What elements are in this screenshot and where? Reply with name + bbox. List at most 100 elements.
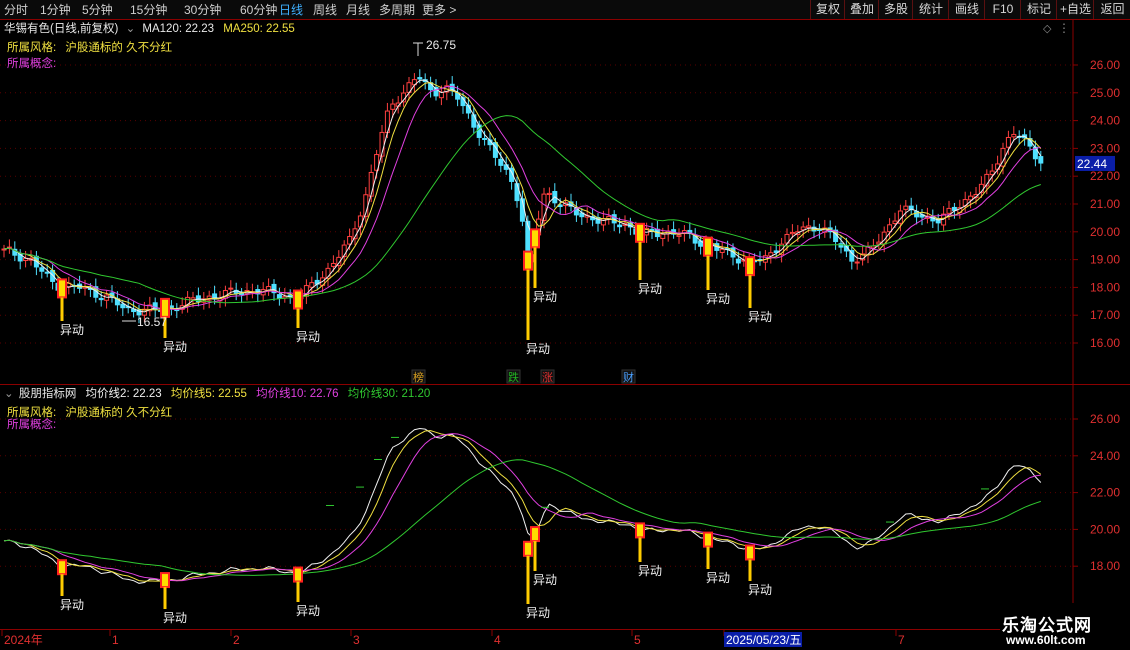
candle-body	[482, 138, 488, 141]
ma120-label: MA120: 22.23	[142, 23, 215, 35]
candle-body	[600, 218, 606, 226]
diamond-icon[interactable]: ◇	[1043, 23, 1051, 36]
style-value: 沪股通标的 久不分红	[65, 407, 173, 419]
toolbar-button[interactable]: 叠加	[844, 0, 879, 19]
time-label: 5	[634, 633, 641, 647]
candle-body	[838, 243, 844, 248]
period-tab[interactable]: 日线	[279, 2, 303, 18]
signal-label: 异动	[638, 564, 662, 578]
event-tag: 跌	[508, 370, 519, 384]
y-tick-label: 19.00	[1090, 253, 1120, 267]
toolbar-button[interactable]: 画线	[948, 0, 985, 19]
y-tick-label: 22.00	[1090, 486, 1120, 500]
signal-marker	[57, 278, 67, 299]
low-price-label: 16.57	[137, 315, 167, 329]
candle-body	[1011, 133, 1017, 138]
period-tab[interactable]: 60分钟	[240, 2, 277, 18]
y-tick-label: 21.00	[1090, 197, 1120, 211]
candle-body	[719, 248, 725, 253]
y-tick-label: 20.00	[1090, 225, 1120, 239]
candle-body	[617, 224, 623, 228]
candlestick-chart[interactable]: 26.00 25.00 24.00 23.00 22.00 21.00 20.00 19.00…	[0, 20, 1130, 385]
candle-body	[39, 267, 45, 272]
top-toolbar: 分时 1分钟 5分钟 15分钟 30分钟 60分钟 日线 周线 月线 多周期 更多 > 复权 叠加 多股…	[0, 0, 1130, 20]
candle-body	[330, 262, 336, 267]
signal-marker	[523, 540, 533, 557]
period-tab[interactable]: 15分钟	[130, 2, 167, 18]
chevron-down-icon[interactable]: ⌄	[126, 23, 136, 35]
style-value: 沪股通标的 久不分红	[65, 42, 173, 54]
time-label: 2	[233, 633, 240, 647]
current-price-label: 22.44	[1077, 157, 1107, 171]
toolbar-button[interactable]: 多股	[878, 0, 913, 19]
signal-label: 异动	[706, 292, 730, 306]
signal-marker	[523, 250, 533, 271]
y-tick-label: 16.00	[1090, 336, 1120, 350]
toolbar-button[interactable]: 标记	[1020, 0, 1057, 19]
candle-body	[276, 294, 282, 299]
time-label: 7	[898, 633, 905, 647]
avg-line-30	[3, 459, 1041, 576]
candle-body	[190, 297, 196, 300]
signal-label: 异动	[748, 583, 772, 597]
candle-body	[806, 225, 812, 229]
signal-label: 异动	[638, 282, 662, 296]
candle-body	[546, 192, 552, 196]
signal-label: 异动	[296, 330, 320, 344]
signal-label: 异动	[163, 611, 187, 625]
candle-body	[98, 297, 104, 301]
toolbar-button[interactable]: 复权	[810, 0, 845, 19]
candle-body	[228, 287, 234, 290]
y-tick-label: 20.00	[1090, 522, 1120, 536]
y-tick-label: 26.00	[1090, 412, 1120, 426]
style-label: 所属风格:	[7, 407, 57, 419]
toolbar-button[interactable]: 返回	[1093, 0, 1130, 19]
candle-body	[120, 303, 126, 309]
period-tab[interactable]: 5分钟	[82, 2, 113, 18]
toolbar-button[interactable]: F10	[984, 0, 1021, 19]
toolbar-button[interactable]: 统计	[912, 0, 949, 19]
time-label: 1	[112, 633, 119, 647]
period-tab[interactable]: 更多 >	[422, 2, 456, 18]
period-tab[interactable]: 周线	[313, 2, 337, 18]
y-tick-label: 26.00	[1090, 58, 1120, 72]
candle-body	[946, 207, 952, 214]
candle-body	[660, 233, 666, 239]
signal-marker	[745, 256, 755, 277]
stock-title: 华锡有色(日线,前复权)	[4, 23, 119, 35]
signal-marker	[703, 236, 713, 257]
signal-marker	[635, 222, 645, 243]
chevron-down-icon[interactable]: ⌄	[4, 388, 14, 400]
signal-label: 异动	[526, 342, 550, 356]
candle-body	[892, 220, 898, 224]
y-tick-label: 23.00	[1090, 141, 1120, 155]
concept-label: 所属概念:	[7, 419, 57, 431]
main-header: 华锡有色(日线,前复权) ⌄ MA120: 22.23 MA250: 22.55	[4, 23, 295, 36]
y-tick-label: 18.00	[1090, 559, 1120, 573]
avg-line-5	[3, 430, 1042, 582]
period-tab[interactable]: 多周期	[379, 2, 415, 18]
candle-body	[357, 215, 363, 228]
period-tab[interactable]: 月线	[346, 2, 370, 18]
toolbar-button[interactable]: +自选	[1056, 0, 1094, 19]
period-tab[interactable]: 30分钟	[184, 2, 221, 18]
signal-label: 异动	[533, 290, 557, 304]
time-label: 4	[494, 633, 501, 647]
candle-body	[471, 114, 477, 128]
indicator-header: ⌄ 股朋指标网 均价线2: 22.23 均价线5: 22.55 均价线10: 2…	[4, 388, 430, 401]
period-tab[interactable]: 分时	[4, 2, 28, 18]
signal-marker	[635, 522, 645, 539]
signal-label: 异动	[706, 571, 730, 585]
event-tag: 财	[623, 370, 634, 384]
indicator-chart[interactable]: 26.0024.0022.0020.0018.00异动异动 异动 异动异动异动 异动异…	[0, 385, 1130, 630]
signal-marker	[703, 531, 713, 548]
event-tag: 榜	[413, 370, 424, 384]
candle-body	[1038, 156, 1044, 164]
main-style-row: 所属风格: 沪股通标的 久不分红	[7, 42, 172, 55]
more-options-icon[interactable]: ⋮	[1058, 22, 1070, 35]
line2-label: 均价线2: 22.23	[85, 388, 162, 400]
period-tab[interactable]: 1分钟	[40, 2, 71, 18]
candle-body	[417, 77, 423, 80]
candle-body	[44, 271, 50, 274]
y-tick-label: 25.00	[1090, 86, 1120, 100]
